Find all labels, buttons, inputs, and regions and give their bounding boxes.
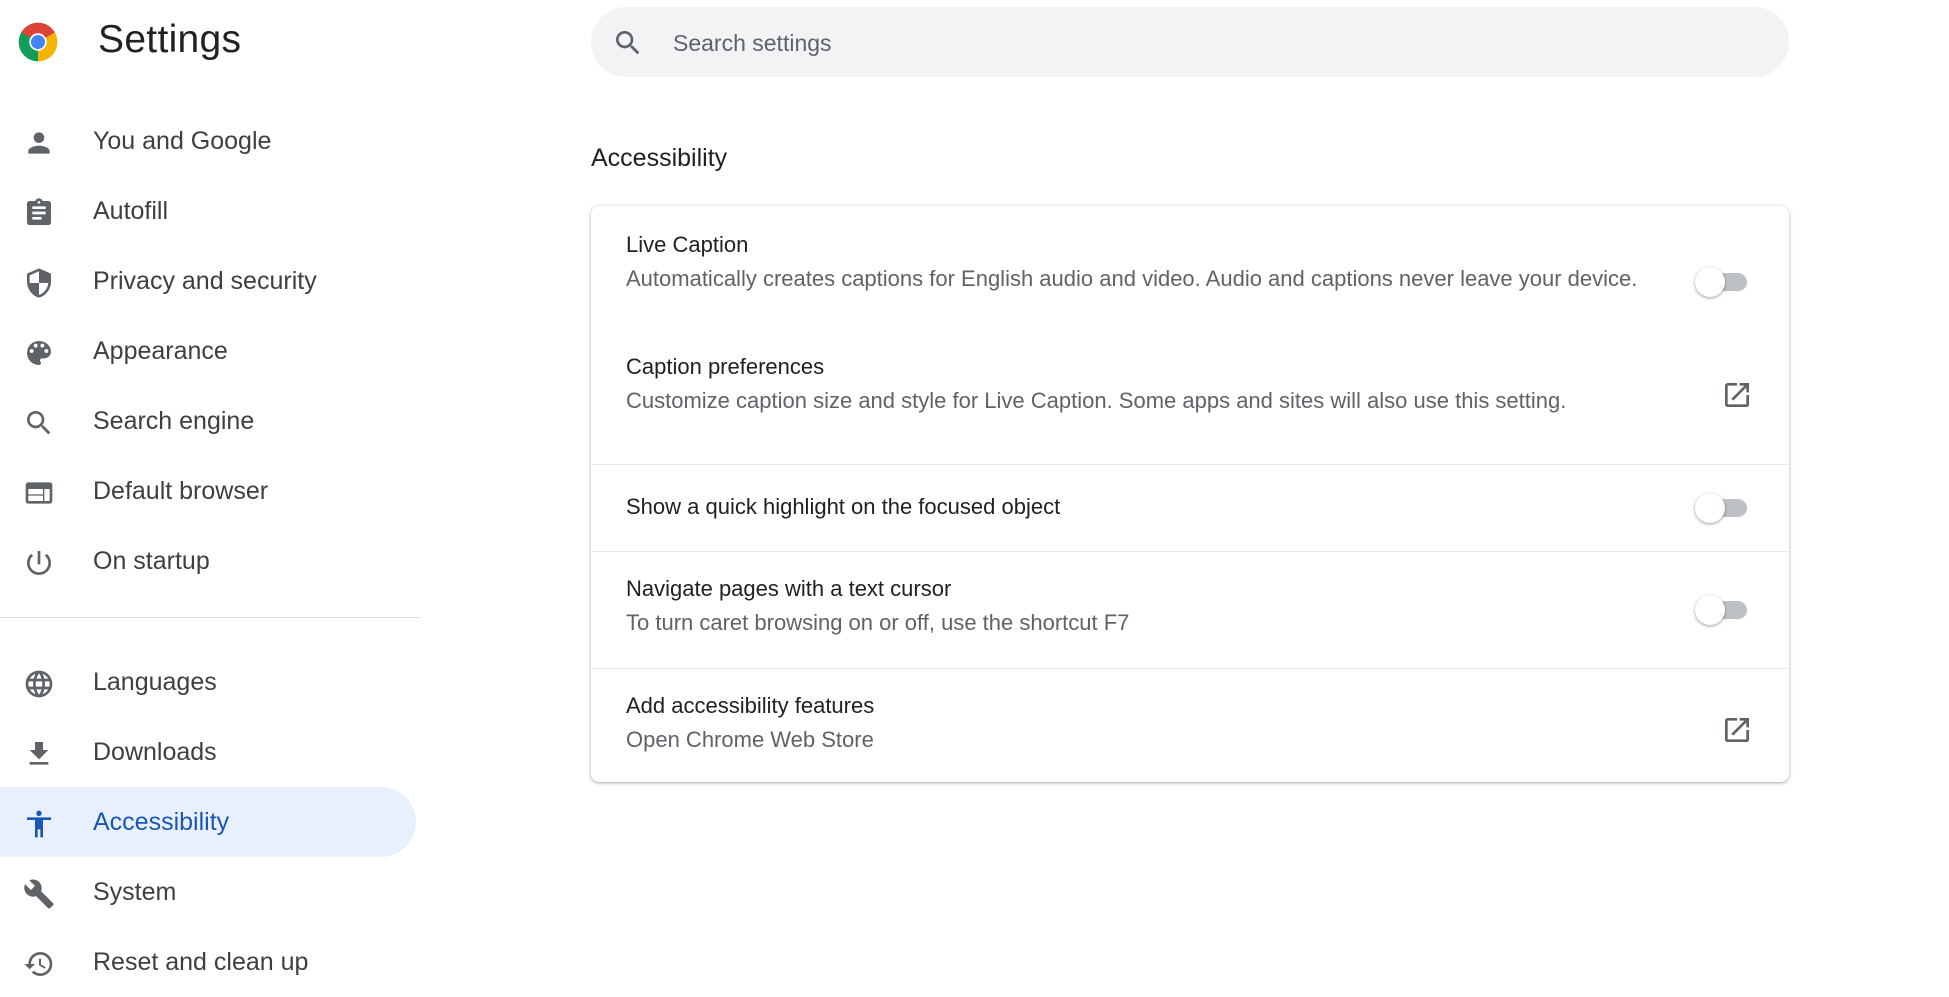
chrome-logo-icon [18,22,58,62]
palette-icon [23,337,55,369]
download-icon [23,738,55,770]
sidebar-item-reset-and-clean-up[interactable]: Reset and clean up [0,927,416,997]
setting-description: To turn caret browsing on or off, use th… [626,610,1130,635]
page-title: Settings [98,18,242,61]
setting-title: Add accessibility features [626,693,875,718]
section-title: Accessibility [591,144,728,172]
search-icon [612,27,644,59]
sidebar-item-label: You and Google [93,126,272,155]
sidebar-item-system[interactable]: System [0,857,416,927]
person-icon [23,127,55,159]
search-bar[interactable] [591,7,1789,77]
sidebar-item-label: Autofill [93,196,169,225]
globe-icon [23,668,55,700]
sidebar-item-you-and-google[interactable]: You and Google [0,106,416,176]
settings-header: Settings [0,0,420,86]
quick-highlight-toggle[interactable] [1695,493,1749,523]
sidebar-item-label: Languages [93,667,217,696]
setting-row-quick-highlight[interactable]: Show a quick highlight on the focused ob… [591,465,1789,551]
sidebar-item-on-startup[interactable]: On startup [0,526,416,596]
search-input[interactable] [671,21,1755,65]
setting-row-live-caption[interactable]: Live Caption Automatically creates capti… [591,206,1789,346]
wrench-icon [23,878,55,910]
toggle-knob [1695,493,1725,523]
live-caption-toggle[interactable] [1695,267,1749,297]
setting-description: Automatically creates captions for Engli… [626,266,1638,291]
sidebar-item-label: Downloads [93,737,217,766]
setting-title: Live Caption [626,232,749,257]
sidebar-item-label: Appearance [93,336,228,365]
setting-row-caption-preferences[interactable]: Caption preferences Customize caption si… [591,346,1789,464]
sidebar-item-privacy-and-security[interactable]: Privacy and security [0,246,416,316]
history-icon [23,948,55,980]
sidebar: You and Google Autofill Privacy and secu… [0,106,420,997]
sidebar-item-label: On startup [93,546,210,575]
browser-window-icon [23,477,55,509]
clipboard-icon [23,197,55,229]
sidebar-item-label: Default browser [93,476,269,505]
sidebar-item-accessibility[interactable]: Accessibility [0,787,416,857]
open-in-new-icon[interactable] [1721,379,1753,411]
setting-row-caret-browsing[interactable]: Navigate pages with a text cursor To tur… [591,552,1789,668]
sidebar-item-autofill[interactable]: Autofill [0,176,416,246]
sidebar-item-languages[interactable]: Languages [0,647,416,717]
sidebar-item-label: Search engine [93,406,255,435]
toggle-knob [1695,267,1725,297]
setting-title: Show a quick highlight on the focused ob… [626,494,1061,519]
setting-title: Caption preferences [626,354,825,379]
sidebar-divider [0,617,420,618]
sidebar-item-label: Privacy and security [93,266,317,295]
sidebar-item-label: Accessibility [93,807,230,836]
setting-description: Open Chrome Web Store [626,727,874,752]
sidebar-item-downloads[interactable]: Downloads [0,717,416,787]
setting-row-add-accessibility-features[interactable]: Add accessibility features Open Chrome W… [591,669,1789,782]
setting-description: Customize caption size and style for Liv… [626,388,1567,413]
accessibility-icon [23,808,55,840]
setting-title: Navigate pages with a text cursor [626,576,952,601]
open-in-new-icon[interactable] [1721,714,1753,746]
sidebar-item-search-engine[interactable]: Search engine [0,386,416,456]
power-icon [23,547,55,579]
sidebar-item-appearance[interactable]: Appearance [0,316,416,386]
sidebar-item-default-browser[interactable]: Default browser [0,456,416,526]
caret-browsing-toggle[interactable] [1695,595,1749,625]
toggle-knob [1695,595,1725,625]
search-icon [23,407,55,439]
sidebar-item-label: Reset and clean up [93,947,309,976]
shield-icon [23,267,55,299]
accessibility-settings-card: Live Caption Automatically creates capti… [591,206,1789,782]
sidebar-item-label: System [93,877,177,906]
